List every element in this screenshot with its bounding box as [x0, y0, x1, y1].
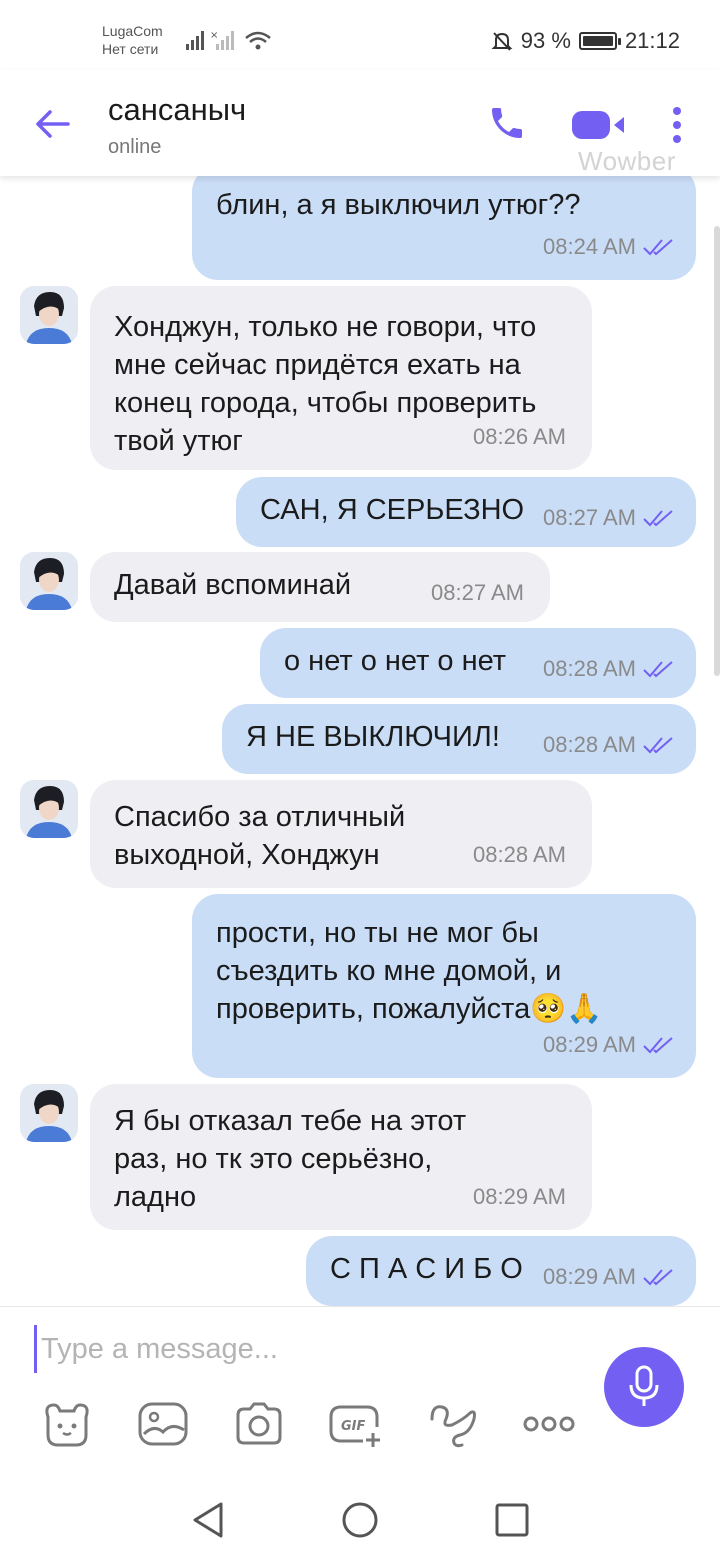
scrollbar[interactable]: [714, 226, 720, 676]
triangle-back-icon: [193, 1502, 223, 1538]
gif-icon: GIF: [329, 1405, 380, 1447]
voice-message-button[interactable]: [604, 1347, 684, 1427]
avatar-image: [20, 780, 78, 838]
circle-home-icon: [342, 1502, 378, 1538]
message-time: 08:27 AM: [431, 580, 524, 605]
status-right: 93 % 21:12: [491, 28, 680, 54]
message-bubble-outgoing[interactable]: блин, а я выключил утюг?? 08:24 AM: [192, 176, 696, 280]
contact-avatar[interactable]: [20, 780, 78, 838]
double-check-icon: [643, 1037, 673, 1054]
sticker-button[interactable]: [38, 1395, 96, 1453]
message-time: 08:28 AM: [473, 842, 566, 867]
message-bubble-incoming[interactable]: Давай вспоминай 08:27 AM: [90, 552, 550, 622]
double-check-icon: [643, 510, 673, 527]
more-options-icon: [523, 1416, 575, 1432]
double-check-icon: [643, 1269, 673, 1286]
message-time: 08:28 AM: [543, 732, 636, 757]
message-meta: 08:27 AM: [431, 574, 524, 612]
gallery-button[interactable]: [134, 1395, 192, 1453]
message-meta: 08:27 AM: [543, 499, 676, 537]
battery-percent: 93 %: [520, 28, 571, 53]
video-camera-icon: [572, 111, 624, 139]
message-meta: 08:29 AM: [543, 1258, 676, 1296]
avatar-image: [20, 286, 78, 344]
square-recents-icon: [495, 1503, 529, 1537]
message-meta: 08:28 AM: [473, 836, 566, 874]
message-time: 08:28 AM: [543, 656, 636, 681]
message-time: 08:29 AM: [543, 1032, 636, 1057]
nav-recents-button[interactable]: [490, 1498, 534, 1542]
message-meta: 08:28 AM: [543, 650, 676, 688]
gif-button[interactable]: GIF: [326, 1395, 384, 1453]
clock: 21:12: [624, 28, 680, 53]
back-button[interactable]: [30, 102, 74, 146]
message-time: 08:27 AM: [543, 505, 636, 530]
message-text: Спасибо за отличный выходной, Хонджун: [114, 801, 406, 871]
more-menu-button[interactable]: [662, 100, 692, 150]
message-bubble-incoming[interactable]: Я бы отказал тебе на этот раз, но тк это…: [90, 1084, 592, 1230]
carrier-info: LugaCom Нет сети: [102, 22, 163, 58]
network-status: Нет сети: [102, 41, 159, 57]
message-meta: 08:26 AM: [473, 418, 566, 456]
message-meta: 08:28 AM: [543, 726, 676, 764]
message-bubble-outgoing[interactable]: прости, но ты не мог бы съездить ко мне …: [192, 894, 696, 1078]
message-text: блин, а я выключил утюг??: [216, 189, 581, 221]
nav-home-button[interactable]: [338, 1498, 382, 1542]
message-time: 08:24 AM: [543, 234, 636, 259]
sticker-icon: [45, 1403, 89, 1447]
double-check-icon: [643, 737, 673, 754]
message-bubble-outgoing[interactable]: о нет о нет о нет 08:28 AM: [260, 628, 696, 698]
message-list[interactable]: блин, а я выключил утюг?? 08:24 AM Хондж…: [0, 176, 720, 1306]
camera-button[interactable]: [230, 1395, 288, 1453]
status-bar: LugaCom Нет сети × 93 % 21:12: [0, 0, 720, 70]
message-text: прости, но ты не мог бы съездить ко мне …: [216, 917, 603, 1025]
gallery-icon: [138, 1402, 188, 1446]
phone-icon: [492, 108, 522, 138]
contact-avatar[interactable]: [20, 286, 78, 344]
message-bubble-incoming[interactable]: Спасибо за отличный выходной, Хонджун 08…: [90, 780, 592, 888]
svg-text:GIF: GIF: [341, 1419, 366, 1434]
carrier-name: LugaCom: [102, 23, 163, 39]
battery-icon: [578, 32, 621, 50]
watermark: Wowber: [578, 146, 676, 176]
message-bubble-outgoing[interactable]: САН, Я СЕРЬЕЗНО 08:27 AM: [236, 477, 696, 547]
contact-avatar[interactable]: [20, 552, 78, 610]
avatar-image: [20, 1084, 78, 1142]
back-arrow-icon: [36, 110, 70, 138]
nav-back-button[interactable]: [186, 1498, 230, 1542]
message-meta: 08:24 AM: [543, 228, 676, 266]
doodle-button[interactable]: [424, 1395, 482, 1453]
chat-header: сансаныч online Wowber: [0, 70, 720, 176]
svg-text:×: ×: [210, 30, 218, 41]
contact-name[interactable]: сансаныч: [108, 92, 246, 128]
more-options-button[interactable]: [520, 1395, 578, 1453]
system-nav-bar: [0, 1476, 720, 1560]
message-input[interactable]: [34, 1325, 574, 1373]
mute-bell-icon: [491, 32, 513, 51]
message-time: 08:29 AM: [473, 1184, 566, 1209]
voice-call-button[interactable]: [484, 100, 530, 146]
video-call-button[interactable]: [568, 102, 630, 148]
message-meta: 08:29 AM: [473, 1178, 566, 1216]
message-bubble-outgoing[interactable]: С П А С И Б О 08:29 AM: [306, 1236, 696, 1306]
double-check-icon: [643, 239, 673, 256]
message-bubble-outgoing[interactable]: Я НЕ ВЫКЛЮЧИЛ! 08:28 AM: [222, 704, 696, 774]
contact-avatar[interactable]: [20, 1084, 78, 1142]
signal-icon: ×: [186, 30, 271, 50]
contact-status: online: [108, 136, 162, 158]
doodle-icon: [430, 1405, 476, 1448]
message-bubble-incoming[interactable]: Хонджун, только не говори, что мне сейча…: [90, 286, 592, 470]
double-check-icon: [643, 661, 673, 678]
camera-icon: [236, 1402, 282, 1445]
vertical-dots-icon: [673, 107, 681, 143]
message-time: 08:26 AM: [473, 424, 566, 449]
message-meta: 08:29 AM: [543, 1026, 676, 1064]
message-time: 08:29 AM: [543, 1264, 636, 1289]
avatar-image: [20, 552, 78, 610]
message-text: Я бы отказал тебе на этот раз, но тк это…: [114, 1105, 467, 1213]
microphone-icon: [629, 1365, 659, 1406]
message-composer: GIF: [0, 1306, 720, 1476]
